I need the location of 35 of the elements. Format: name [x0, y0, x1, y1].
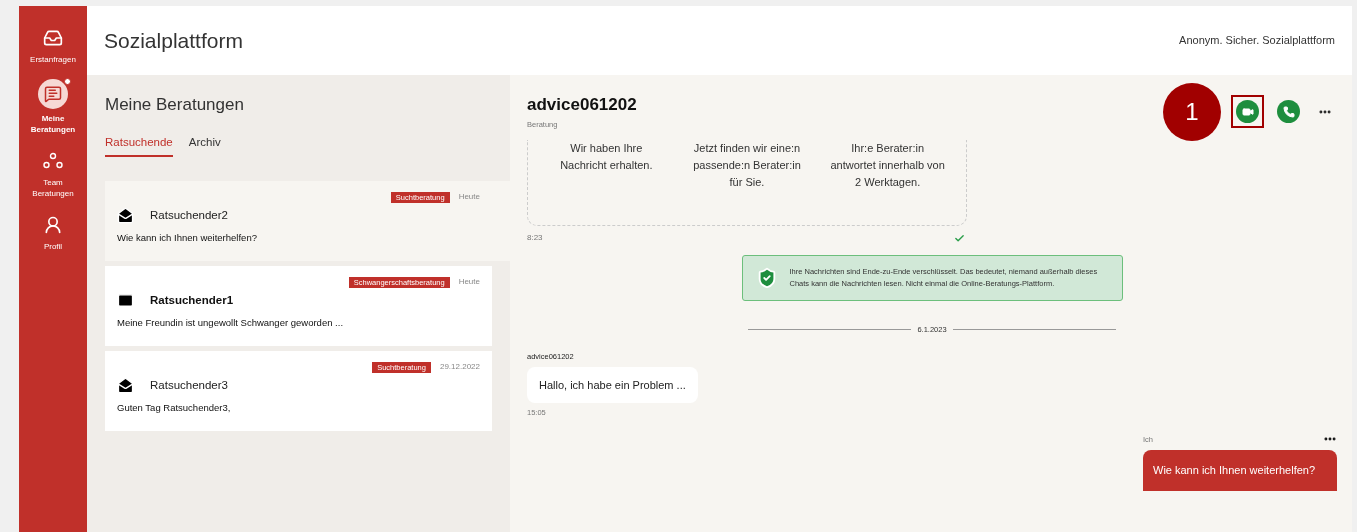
- chat-icon: [44, 85, 62, 103]
- conversation-preview: Wie kann ich Ihnen weiterhelfen?: [117, 230, 258, 245]
- inbox-icon: [43, 28, 63, 48]
- sidebar-item[interactable]: Erstanfragen: [20, 26, 86, 65]
- conversation-date: Heute: [458, 276, 480, 289]
- message-time: 8:23: [527, 232, 543, 244]
- conversation-name: Ratsuchender3: [150, 378, 228, 394]
- open-envelope-icon: [117, 207, 134, 225]
- sidebar-item[interactable]: Profil: [20, 213, 86, 252]
- chat-title: advice061202: [527, 95, 637, 115]
- open-envelope-icon: [117, 377, 134, 395]
- tab[interactable]: Ratsuchende: [105, 134, 173, 158]
- phone-icon: [1282, 105, 1295, 118]
- video-camera-icon: [1241, 105, 1254, 118]
- conversation-name: Ratsuchender1: [150, 293, 234, 309]
- tagline: Anonym. Sicher. Sozialplattform: [1179, 33, 1335, 49]
- step-marker: 1: [1163, 83, 1221, 141]
- profile-icon: [43, 215, 63, 235]
- conversation-preview: Meine Freundin ist ungewollt Schwanger geworden ...: [117, 315, 344, 330]
- step-text: Wir haben Ihre Nachricht erhalten.: [559, 141, 654, 173]
- team-icon: [42, 152, 64, 170]
- panel-title: Meine Beratungen: [105, 95, 245, 115]
- video-call-button[interactable]: [1231, 95, 1264, 128]
- message-bubble: Wie kann ich Ihnen weiterhelfen?: [1143, 450, 1337, 491]
- app-title: Sozialplattform: [104, 27, 243, 54]
- conversation-preview: Guten Tag Ratsuchender3,: [117, 400, 232, 415]
- step-text: Jetzt finden wir eine:n passende:n Berater:in für Sie.: [692, 141, 802, 190]
- conversation-date: 29.12.2022: [439, 361, 480, 374]
- sidebar-item[interactable]: Meine Beratungen: [20, 79, 86, 135]
- tab[interactable]: Archiv: [188, 134, 221, 158]
- conversation-date: Heute: [458, 191, 480, 204]
- step-text: Ihr:e Berater:in antwortet innerhalb von 2 Werktagen.: [829, 141, 946, 190]
- sidebar-item[interactable]: Team Beratungen: [20, 149, 86, 199]
- message-bubble: Hallo, ich habe ein Problem ...: [527, 366, 698, 403]
- conversation-name: Ratsuchender2: [150, 208, 228, 224]
